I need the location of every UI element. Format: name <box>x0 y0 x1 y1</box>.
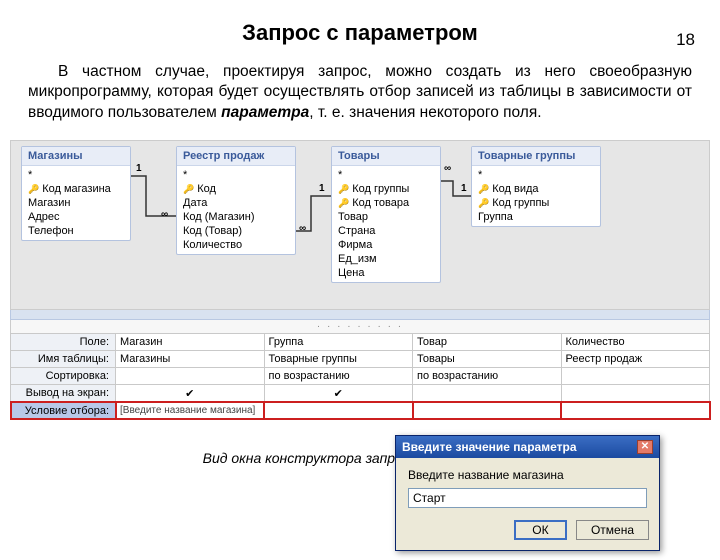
field-key[interactable]: Код группы <box>332 182 440 196</box>
table-goods[interactable]: Товары * Код группы Код товара Товар Стр… <box>331 146 441 283</box>
grid-criteria-cell[interactable] <box>264 402 413 419</box>
grid-criteria-cell[interactable]: [Введите название магазина] <box>116 402 265 419</box>
field[interactable]: Код (Товар) <box>177 224 295 238</box>
field-star[interactable]: * <box>472 168 600 182</box>
grid-label-criteria: Условие отбора: <box>11 402 116 419</box>
grid-cell[interactable] <box>116 367 265 384</box>
table-title: Товарные группы <box>472 147 600 166</box>
parameter-dialog: Введите значение параметра ✕ Введите наз… <box>395 435 660 551</box>
splitter-handle[interactable]: · · · · · · · · · <box>10 320 710 333</box>
grid-criteria-cell[interactable] <box>413 402 562 419</box>
field[interactable]: Телефон <box>22 224 130 238</box>
cancel-button[interactable]: Отмена <box>576 520 649 540</box>
field-key[interactable]: Код товара <box>332 196 440 210</box>
checkmark-icon <box>269 388 409 400</box>
grid-cell[interactable]: Группа <box>264 333 413 350</box>
query-design-grid: Поле: Магазин Группа Товар Количество Им… <box>10 333 710 420</box>
table-title: Реестр продаж <box>177 147 295 166</box>
field[interactable]: Дата <box>177 196 295 210</box>
rel-one: 1 <box>136 163 142 174</box>
grid-cell[interactable]: Магазины <box>116 350 265 367</box>
grid-show-checkbox[interactable] <box>413 384 562 402</box>
grid-cell[interactable]: Реестр продаж <box>561 350 710 367</box>
dialog-prompt-label: Введите название магазина <box>408 468 647 482</box>
field[interactable]: Товар <box>332 210 440 224</box>
grid-cell[interactable]: Количество <box>561 333 710 350</box>
field-star[interactable]: * <box>22 168 130 182</box>
table-title: Магазины <box>22 147 130 166</box>
grid-label-table: Имя таблицы: <box>11 350 116 367</box>
table-title: Товары <box>332 147 440 166</box>
field-key[interactable]: Код вида <box>472 182 600 196</box>
rel-one: 1 <box>319 183 325 194</box>
field-key[interactable]: Код магазина <box>22 182 130 196</box>
rel-one: 1 <box>461 183 467 194</box>
field-star[interactable]: * <box>332 168 440 182</box>
grid-show-checkbox[interactable] <box>264 384 413 402</box>
rel-many: ∞ <box>444 163 451 174</box>
field[interactable]: Группа <box>472 210 600 224</box>
field[interactable]: Адрес <box>22 210 130 224</box>
table-sales[interactable]: Реестр продаж * Код Дата Код (Магазин) К… <box>176 146 296 255</box>
intro-paragraph: В частном случае, проектируя запрос, мож… <box>0 62 720 125</box>
grid-show-checkbox[interactable] <box>561 384 710 402</box>
query-designer-tables-pane: Магазины * Код магазина Магазин Адрес Те… <box>10 140 710 310</box>
para-tail: , т. е. значения некоторого поля. <box>309 104 541 121</box>
grid-cell[interactable] <box>561 367 710 384</box>
scrollbar-horizontal[interactable] <box>10 310 710 320</box>
grid-show-checkbox[interactable] <box>116 384 265 402</box>
field[interactable]: Цена <box>332 266 440 280</box>
grid-cell[interactable]: Товары <box>413 350 562 367</box>
page-title: Запрос с параметром <box>0 20 720 46</box>
grid-label-show: Вывод на экран: <box>11 384 116 402</box>
rel-many: ∞ <box>299 223 306 234</box>
field[interactable]: Страна <box>332 224 440 238</box>
parameter-input[interactable] <box>408 488 647 508</box>
rel-many: ∞ <box>161 209 168 220</box>
dialog-title: Введите значение параметра <box>402 440 577 454</box>
field[interactable]: Код (Магазин) <box>177 210 295 224</box>
query-grid-area: · · · · · · · · · Поле: Магазин Группа Т… <box>10 310 710 420</box>
field[interactable]: Магазин <box>22 196 130 210</box>
table-groups[interactable]: Товарные группы * Код вида Код группы Гр… <box>471 146 601 227</box>
checkmark-icon <box>120 388 260 400</box>
grid-label-sort: Сортировка: <box>11 367 116 384</box>
field[interactable]: Ед_изм <box>332 252 440 266</box>
grid-cell[interactable]: по возрастанию <box>413 367 562 384</box>
table-shops[interactable]: Магазины * Код магазина Магазин Адрес Те… <box>21 146 131 241</box>
field-key[interactable]: Код <box>177 182 295 196</box>
field[interactable]: Количество <box>177 238 295 252</box>
grid-cell[interactable]: Магазин <box>116 333 265 350</box>
ok-button[interactable]: ОК <box>514 520 566 540</box>
field[interactable]: Фирма <box>332 238 440 252</box>
grid-cell[interactable]: Товарные группы <box>264 350 413 367</box>
grid-label-field: Поле: <box>11 333 116 350</box>
field-star[interactable]: * <box>177 168 295 182</box>
grid-cell[interactable]: по возрастанию <box>264 367 413 384</box>
field-key[interactable]: Код группы <box>472 196 600 210</box>
grid-criteria-cell[interactable] <box>561 402 710 419</box>
page-number: 18 <box>676 30 695 50</box>
grid-cell[interactable]: Товар <box>413 333 562 350</box>
dialog-titlebar[interactable]: Введите значение параметра ✕ <box>396 436 659 458</box>
close-button[interactable]: ✕ <box>637 440 653 454</box>
param-word: параметра <box>221 104 309 121</box>
